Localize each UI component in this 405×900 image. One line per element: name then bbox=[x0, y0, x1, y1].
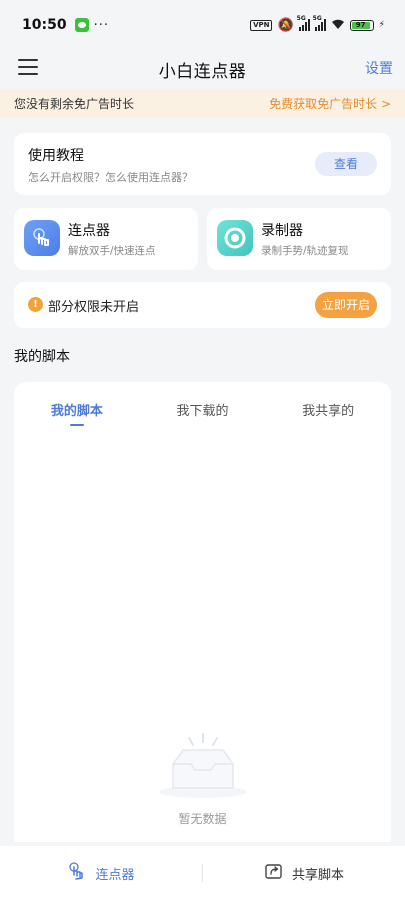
scripts-panel: 我的脚本 我下载的 我共享的 暂无数据 bbox=[14, 382, 391, 842]
ad-banner-message: 您没有剩余免广告时长 bbox=[14, 96, 135, 111]
nav-share-label: 共享脚本 bbox=[291, 867, 344, 883]
tutorial-card[interactable]: 使用教程 怎么开启权限？怎么使用连点器？ 查看 bbox=[14, 133, 391, 195]
hamburger-menu-icon[interactable] bbox=[18, 59, 38, 75]
tap-hand-icon bbox=[24, 220, 60, 256]
enable-permission-button[interactable]: 立即开启 bbox=[315, 292, 377, 318]
tutorial-subtitle: 怎么开启权限？怎么使用连点器？ bbox=[28, 171, 193, 184]
recorder-title: 录制器 bbox=[261, 223, 303, 239]
app-header: 小白连点器 设置 bbox=[0, 50, 405, 88]
bottom-navigation: 连点器 共享脚本 bbox=[0, 846, 405, 900]
nav-clicker-label: 连点器 bbox=[95, 867, 135, 883]
permission-card: ! 部分权限未开启 立即开启 bbox=[14, 282, 391, 328]
mute-icon: 🔕 bbox=[277, 17, 294, 33]
wechat-icon bbox=[74, 18, 89, 32]
share-icon bbox=[264, 861, 284, 885]
battery-level: 97 bbox=[351, 21, 370, 29]
scripts-tabs: 我的脚本 我下载的 我共享的 bbox=[14, 400, 391, 426]
wifi-icon bbox=[331, 18, 345, 33]
empty-inbox-icon bbox=[157, 730, 249, 806]
clicker-subtitle: 解放双手/快速连点 bbox=[68, 245, 156, 257]
clicker-title: 连点器 bbox=[68, 223, 110, 239]
signal-icon: 5G bbox=[313, 15, 326, 31]
nav-share-scripts[interactable]: 共享脚本 bbox=[203, 861, 405, 885]
tab-my-scripts[interactable]: 我的脚本 bbox=[14, 400, 140, 426]
recorder-subtitle: 录制手势/轨迹复现 bbox=[261, 245, 349, 257]
vpn-icon: VPN bbox=[250, 19, 273, 31]
tutorial-title: 使用教程 bbox=[28, 148, 84, 164]
get-ad-free-link[interactable]: 免费获取免广告时长 > bbox=[269, 95, 391, 112]
empty-state-text: 暂无数据 bbox=[178, 812, 227, 826]
signal-icon: 5G bbox=[297, 15, 310, 31]
permission-message: 部分权限未开启 bbox=[48, 300, 140, 315]
page-title: 小白连点器 bbox=[158, 61, 247, 82]
more-notifications-icon: ··· bbox=[93, 17, 109, 33]
clicker-feature-card[interactable]: 连点器 解放双手/快速连点 bbox=[14, 208, 198, 270]
settings-button[interactable]: 设置 bbox=[365, 58, 393, 78]
charging-icon: ⚡ bbox=[378, 20, 385, 30]
nav-clicker[interactable]: 连点器 bbox=[0, 861, 202, 885]
record-icon bbox=[217, 220, 253, 256]
view-tutorial-button[interactable]: 查看 bbox=[315, 152, 377, 176]
tab-downloaded[interactable]: 我下载的 bbox=[140, 400, 266, 419]
my-scripts-heading: 我的脚本 bbox=[14, 349, 70, 365]
tab-shared[interactable]: 我共享的 bbox=[265, 400, 391, 419]
battery-icon: 97 bbox=[349, 19, 374, 31]
status-time: 10:50 bbox=[22, 17, 67, 33]
warning-icon: ! bbox=[28, 297, 43, 312]
status-bar: 10:50 ··· VPN 🔕 5G 5G 97 ⚡ bbox=[0, 0, 405, 50]
tap-hand-icon bbox=[67, 861, 87, 885]
recorder-feature-card[interactable]: 录制器 录制手势/轨迹复现 bbox=[207, 208, 391, 270]
ad-banner: 您没有剩余免广告时长 免费获取免广告时长 > bbox=[0, 89, 405, 117]
